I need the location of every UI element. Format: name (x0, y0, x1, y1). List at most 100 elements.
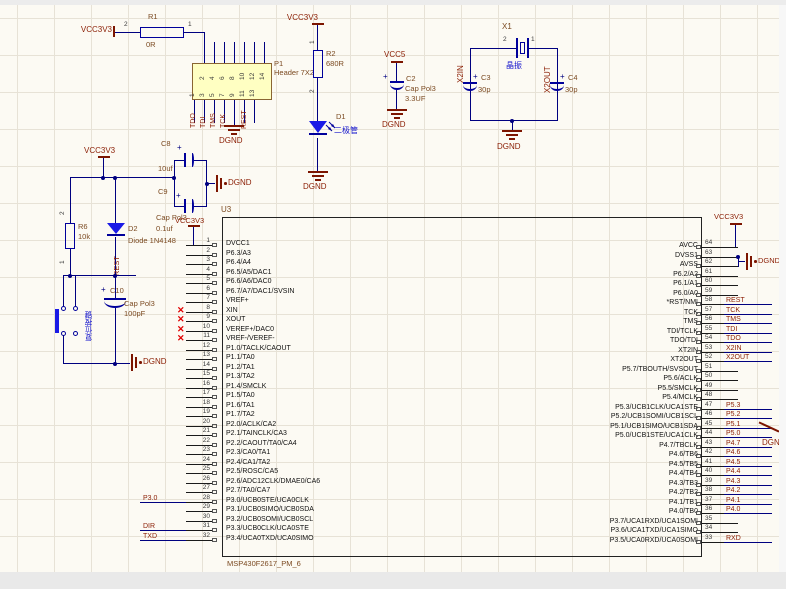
pin-type-marker-icon (212, 509, 217, 513)
wire (738, 261, 745, 262)
ic-pin-row[interactable]: TXD 32 P3.4/UCA0TXD/UCA0SIMO (140, 531, 470, 544)
pin-name: DVCC1 (226, 240, 250, 247)
wire (244, 42, 245, 63)
resistor-body-icon (313, 50, 323, 78)
net-label: P5.0 (724, 430, 772, 438)
pin-name: P4.4/TB4 (668, 470, 698, 477)
pin-type-marker-icon (696, 254, 701, 259)
net-label: TMS (724, 316, 772, 324)
comment: Header 7X2 (274, 68, 315, 77)
pin-number: 1 (206, 237, 210, 244)
ground-icon (754, 260, 757, 263)
wire (115, 32, 140, 33)
ground-icon (387, 109, 407, 111)
header-bottom-pin-numbers: 1 3 5 7 9 11 13 (189, 82, 259, 102)
pin-type-marker-icon (212, 309, 217, 314)
pin-number: 32 (202, 531, 210, 539)
pin-name: P3.7/UCA1RXD/UCA1SOMI (609, 517, 698, 525)
pin-number: 59 (705, 286, 713, 294)
cap-plate-icon (550, 85, 564, 91)
schematic-sheet[interactable]: VCC3V3 R1 0R 2 1 2 4 6 8 10 12 14 1 3 5 7 9 11 13 P1… (0, 5, 779, 572)
pin-name: P6.4/A4 (226, 259, 251, 266)
power-bar-icon (98, 156, 110, 158)
pin-number: 38 (705, 486, 713, 493)
pin-name: XT2OUT (670, 356, 698, 363)
ground-icon (312, 175, 324, 177)
pin-type-marker-icon (696, 330, 701, 335)
ground-label: DGND (219, 136, 243, 145)
pin-type-marker-icon (212, 480, 217, 485)
net-label: TDI (724, 326, 772, 334)
net-label (140, 381, 186, 389)
net-label (140, 267, 186, 275)
designator: C3 (481, 73, 491, 82)
net-label: RXD (724, 535, 772, 543)
pin-number: 1 (59, 260, 66, 264)
pin-type-marker-icon (696, 406, 701, 411)
junction-dot (101, 175, 105, 180)
pin-number: 2 (124, 21, 128, 28)
designator: C10 (110, 286, 124, 295)
pin-number: 2 (309, 89, 316, 93)
ground-label: DGND (758, 256, 779, 265)
net-label (724, 525, 772, 533)
pin-number: 46 (705, 410, 713, 417)
wire (115, 177, 116, 225)
ground-icon (131, 354, 133, 371)
net-label (140, 504, 186, 512)
pin-number: 61 (705, 267, 713, 275)
pin-name: P6.1/A1 (673, 280, 698, 287)
diode-icon (107, 223, 125, 236)
ground-icon (216, 175, 218, 192)
pin-type-marker-icon (212, 499, 217, 504)
wire (317, 25, 318, 50)
junction-dot (68, 273, 72, 278)
net-label (724, 288, 772, 296)
wire (194, 206, 206, 207)
wire (70, 177, 175, 178)
power-label: VCC3V3 (175, 216, 205, 225)
pin-type-marker-icon (696, 530, 701, 534)
pin-type-marker-icon (696, 387, 701, 392)
pin-number: 30 (202, 512, 210, 520)
pin-type-marker-icon (212, 414, 217, 418)
wire (115, 308, 116, 363)
pin-name: P3.5/UCA0RXD/UCA0SOMI (609, 536, 698, 544)
net-label: X2IN (724, 345, 772, 353)
header-pin-number: 12 (249, 72, 256, 80)
pin-name: P3.2/UCB0SOMI/UCB0SCL (226, 515, 314, 523)
ground-label: DGND (228, 178, 252, 187)
pin-type-marker-icon (212, 404, 217, 409)
wire (63, 275, 136, 276)
resistor-body-icon (140, 27, 184, 38)
ground-label: DGND (382, 120, 406, 129)
designator: P1 (274, 59, 284, 68)
pin-name: TDI/TCLK (666, 327, 698, 335)
polarity-plus: + (177, 143, 182, 152)
pin-number: 47 (705, 400, 713, 408)
ground-icon (224, 125, 244, 127)
pin-name: P1.4/SMCLK (226, 382, 267, 390)
header-pin-number: 8 (229, 76, 236, 80)
pin-type-marker-icon (696, 245, 701, 249)
header-pin-number: 13 (249, 89, 256, 97)
pin-number: 3 (206, 256, 210, 263)
designator: R6 (78, 222, 88, 231)
pin-name: P5.1/UCB1SIMO/UCB1SDA (610, 422, 698, 430)
net-label: TCK (724, 307, 772, 315)
pin-type-marker-icon (696, 321, 701, 325)
pin-type-marker-icon (696, 539, 701, 544)
ground-label: DGND (762, 438, 779, 447)
designator: C9 (158, 187, 168, 196)
power-label: VCC3V3 (84, 146, 116, 155)
net-label (724, 278, 772, 286)
ic-pin-row[interactable]: P3.5/UCA0RXD/UCA0SOMI 33 RXD (555, 534, 779, 546)
pin-type-marker-icon (696, 359, 701, 363)
wire (70, 249, 71, 276)
pin-name: TDO/TDI (670, 337, 698, 344)
value: 30p (478, 85, 491, 94)
pin-number: 1 (188, 21, 192, 28)
pin-name: P4.0/TB0 (668, 508, 698, 515)
power-bar-icon (391, 61, 403, 63)
wire (194, 160, 206, 161)
